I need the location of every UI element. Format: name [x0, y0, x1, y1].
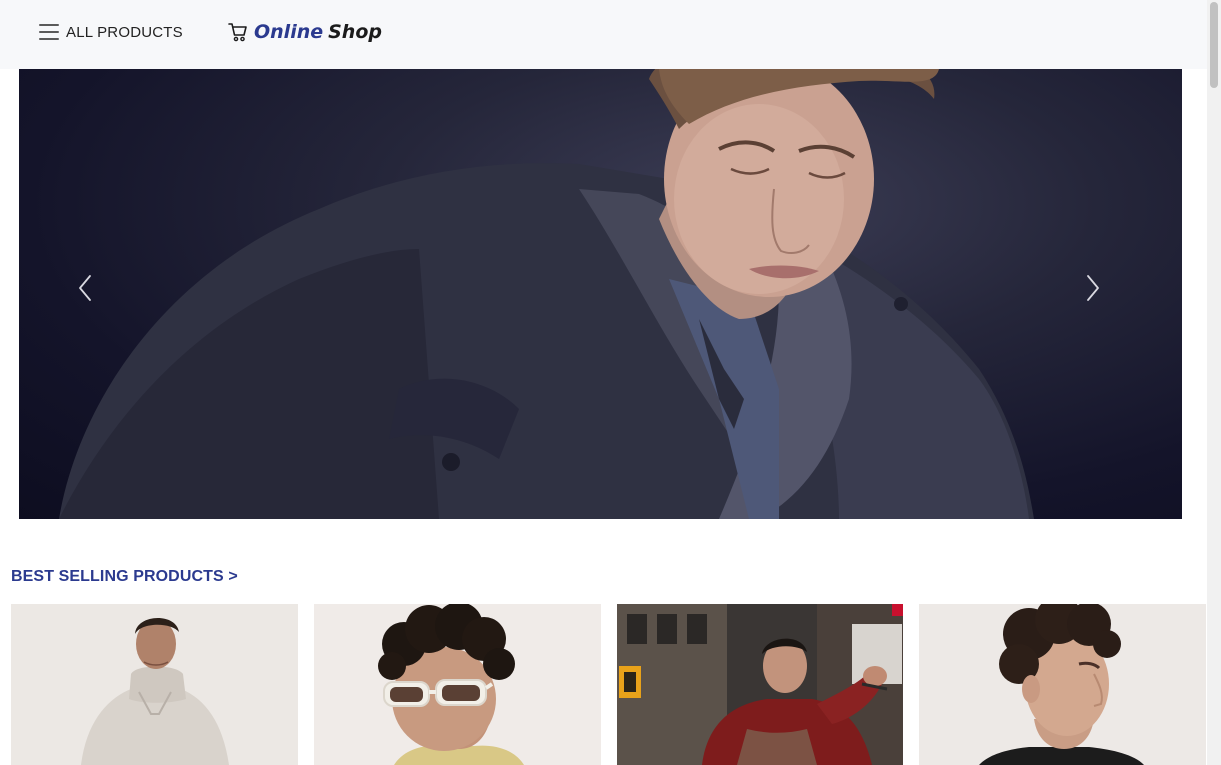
product-card[interactable] [314, 604, 601, 765]
hero-banner-image [59, 69, 1034, 519]
product-card[interactable] [11, 604, 298, 765]
best-selling-products-link[interactable]: BEST SELLING PRODUCTS > [11, 568, 238, 586]
all-products-menu-button[interactable]: ALL PRODUCTS [39, 21, 183, 43]
chevron-right-icon [1087, 275, 1099, 301]
carousel-next-button[interactable] [1085, 274, 1125, 314]
carousel-prev-button[interactable] [77, 274, 117, 314]
product-image [617, 604, 903, 765]
product-card[interactable] [617, 604, 903, 765]
brand-name-online: Online [254, 21, 324, 43]
brand-name-shop: Shop [328, 21, 382, 43]
product-image [11, 604, 298, 765]
page-scrollbar[interactable] [1207, 0, 1221, 765]
brand-logo-link[interactable]: Online Shop [228, 16, 382, 48]
hero-carousel [19, 69, 1182, 519]
product-image [919, 604, 1206, 765]
scrollbar-thumb[interactable] [1210, 2, 1218, 88]
product-image [314, 604, 601, 765]
cart-icon [228, 23, 247, 42]
all-products-label: ALL PRODUCTS [66, 23, 183, 41]
chevron-left-icon [79, 275, 91, 301]
hamburger-icon[interactable] [39, 24, 59, 40]
top-header: ALL PRODUCTS Online Shop [0, 0, 1207, 69]
product-card[interactable] [919, 604, 1206, 765]
best-selling-products-row [11, 604, 1207, 765]
